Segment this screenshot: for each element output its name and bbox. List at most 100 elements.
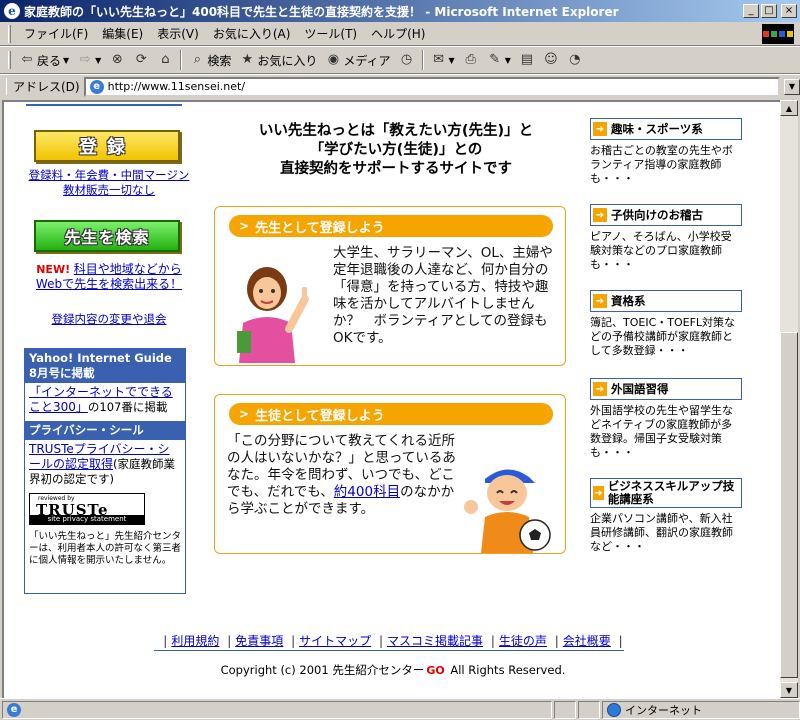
history-icon: ◷ <box>400 52 413 67</box>
minimize-button[interactable]: _ <box>743 4 759 18</box>
dropdown-icon: ▼ <box>95 55 102 65</box>
search-icon: ⌕ <box>193 52 201 67</box>
category-heading[interactable]: ➔ 趣味・スポーツ系 <box>590 118 742 140</box>
teacher-tab-label: 先生として登録しよう <box>255 220 385 236</box>
footer-link-company[interactable]: 会社概要 <box>563 634 611 648</box>
teacher-register-tab[interactable]: > 先生として登録しよう <box>229 215 553 237</box>
footer-divider <box>154 650 624 651</box>
dropdown-icon: ▼ <box>504 55 511 65</box>
category-business-skills: ➔ ビジネススキルアップ技能講座系 企業パソコン講師や、新入社員研修講師、翻訳の… <box>590 478 742 554</box>
media-icon: ◉ <box>327 52 340 67</box>
maximize-button[interactable]: □ <box>761 4 777 18</box>
print-icon: ⎙ <box>465 52 476 67</box>
menu-edit[interactable]: 編集(E) <box>95 23 150 44</box>
chevron-right-icon: > <box>239 219 250 233</box>
footer-link-terms[interactable]: 利用規約 <box>171 634 219 648</box>
category-text: 企業パソコン講師や、新入社員研修講師、翻訳の家庭教師など・・・ <box>590 512 733 553</box>
menu-file[interactable]: ファイル(F) <box>17 23 95 44</box>
edit-button[interactable]: ✎ ▼ <box>483 50 515 70</box>
category-heading[interactable]: ➔ ビジネススキルアップ技能講座系 <box>590 478 742 508</box>
research-button[interactable]: ◔ <box>563 50 587 70</box>
register-note-link[interactable]: 登録料・年会費・中間マージン教材販売一切なし <box>26 168 192 198</box>
toolbar-grip <box>8 51 11 69</box>
history-button[interactable]: ◷ <box>395 50 419 70</box>
category-heading[interactable]: ➔ 外国語習得 <box>590 378 742 400</box>
favorites-button[interactable]: ★ お気に入り <box>235 50 321 71</box>
favorites-label: お気に入り <box>257 53 318 68</box>
category-heading[interactable]: ➔ 資格系 <box>590 290 742 312</box>
footer-link-testimonials[interactable]: 生徒の声 <box>499 634 547 648</box>
address-dropdown-button[interactable]: ▼ <box>784 78 800 95</box>
title-bar: e 家庭教師の「いい先生ねっと」400科目で先生と生徒の直接契約を支援！ - M… <box>0 0 800 22</box>
category-text: 外国語学校の先生や留学生などネイティブの家庭教師が多数登録。帰国子女受験対策も・… <box>590 404 733 459</box>
close-button[interactable]: × <box>781 4 797 18</box>
refresh-button[interactable]: ⟳ <box>129 50 153 70</box>
category-kids-lessons: ➔ 子供向けのお稽古 ピアノ、そろばん、小学校受験対策などのプロ家庭教師も・・・ <box>590 204 742 272</box>
scroll-up-button[interactable]: ▲ <box>780 100 798 116</box>
vertical-scrollbar[interactable]: ▲ ▼ <box>780 100 798 698</box>
arrow-right-icon: ➔ <box>593 486 604 500</box>
teacher-description: 大学生、サラリーマン、OL、主婦や定年退職後の人達など、何か自分の「得意」を持っ… <box>333 245 553 346</box>
register-button[interactable]: 登録 <box>34 130 180 162</box>
truste-seal[interactable]: reviewed by TRUSTe site privacy statemen… <box>29 493 145 525</box>
subjects-link[interactable]: 約400科目 <box>334 484 400 500</box>
page-status-icon: e <box>7 702 21 717</box>
messenger-button[interactable]: ☺ <box>539 50 563 70</box>
home-button[interactable]: ⌂ <box>153 50 177 70</box>
yahoo-text: の107番に掲載 <box>87 400 168 414</box>
address-input[interactable] <box>107 80 778 93</box>
menu-favorites[interactable]: お気に入り(A) <box>206 23 298 44</box>
stop-button[interactable]: ⊗ <box>105 50 129 70</box>
privacy-note: 「いい先生ねっと」先生紹介センターは、利用者本人の許可なく第三者に個人情報を開示… <box>29 531 182 566</box>
menu-bar: ファイル(F) 編集(E) 表示(V) お気に入り(A) ツール(T) ヘルプ(… <box>0 22 800 46</box>
scroll-thumb[interactable] <box>780 332 798 678</box>
top-divider <box>26 104 182 106</box>
change-registration-link[interactable]: 登録内容の変更や退会 <box>26 312 192 327</box>
forward-button[interactable]: ⇨ ▼ <box>73 50 105 70</box>
page-icon: e <box>89 79 104 94</box>
discuss-button[interactable]: ▤ <box>515 50 539 70</box>
address-field[interactable]: e <box>83 76 780 97</box>
media-button[interactable]: ◉ メディア <box>321 50 394 71</box>
footer-link-disclaimer[interactable]: 免責事項 <box>235 634 283 648</box>
mail-button[interactable]: ✉ ▼ <box>427 50 459 70</box>
arrow-right-icon: ➔ <box>593 294 607 308</box>
window-title: 家庭教師の「いい先生ねっと」400科目で先生と生徒の直接契約を支援！ - Mic… <box>24 4 619 19</box>
yahoo-body: 「インターネットでできること300」の107番に掲載 <box>25 383 185 417</box>
security-zone: インターネット <box>601 700 800 719</box>
zone-label: インターネット <box>624 703 702 717</box>
mail-icon: ✉ <box>433 52 444 67</box>
site-headline: いい先生ねっとは「教えたい方(先生)」と 「学びたい方(生徒)」との 直接契約を… <box>226 122 566 179</box>
student-register-tab[interactable]: > 生徒として登録しよう <box>229 403 553 425</box>
student-illustration <box>464 469 551 553</box>
headline-line-1: いい先生ねっとは「教えたい方(先生)」と <box>258 123 534 139</box>
page-viewport: 登録 登録料・年会費・中間マージン教材販売一切なし 先生を検索 NEW! 科目や… <box>2 100 780 698</box>
messenger-icon: ☺ <box>544 52 558 67</box>
chevron-right-icon: > <box>239 407 250 421</box>
back-button[interactable]: ⇦ 戻る ▼ <box>15 50 73 71</box>
arrow-right-icon: ➔ <box>593 382 607 396</box>
address-label: アドレス(D) <box>6 78 80 95</box>
windows-logo-icon <box>762 24 794 44</box>
info-box: Yahoo! Internet Guide 8月号に掲載 「インターネットででき… <box>24 348 186 594</box>
footer-link-sitemap[interactable]: サイトマップ <box>299 634 371 648</box>
category-foreign-language: ➔ 外国語習得 外国語学校の先生や留学生などネイティブの家庭教師が多数登録。帰国… <box>590 378 742 460</box>
search-button[interactable]: ⌕ 検索 <box>185 50 235 71</box>
toolbar-separator <box>421 50 424 70</box>
arrow-right-icon: ➔ <box>593 208 607 222</box>
menu-help[interactable]: ヘルプ(H) <box>364 23 432 44</box>
arrow-right-icon: ➔ <box>593 122 607 136</box>
scroll-down-button[interactable]: ▼ <box>780 682 798 698</box>
toolbar-separator <box>180 50 183 70</box>
globe-icon <box>606 702 621 717</box>
teacher-panel: > 先生として登録しよう 大学生、サラリーマン、OL、主婦や定年退職後の人達など… <box>214 206 566 366</box>
menu-tools[interactable]: ツール(T) <box>297 23 364 44</box>
menu-view[interactable]: 表示(V) <box>150 23 206 44</box>
category-hobby-sports: ➔ 趣味・スポーツ系 お稽古ごとの教室の先生やボランティア指導の家庭教師も・・・ <box>590 118 742 186</box>
print-button[interactable]: ⎙ <box>459 50 483 70</box>
stop-icon: ⊗ <box>111 52 123 67</box>
teacher-search-button[interactable]: 先生を検索 <box>34 220 180 252</box>
category-heading[interactable]: ➔ 子供向けのお稽古 <box>590 204 742 226</box>
forward-arrow-icon: ⇨ <box>79 52 91 67</box>
footer-link-press[interactable]: マスコミ掲載記事 <box>387 634 483 648</box>
